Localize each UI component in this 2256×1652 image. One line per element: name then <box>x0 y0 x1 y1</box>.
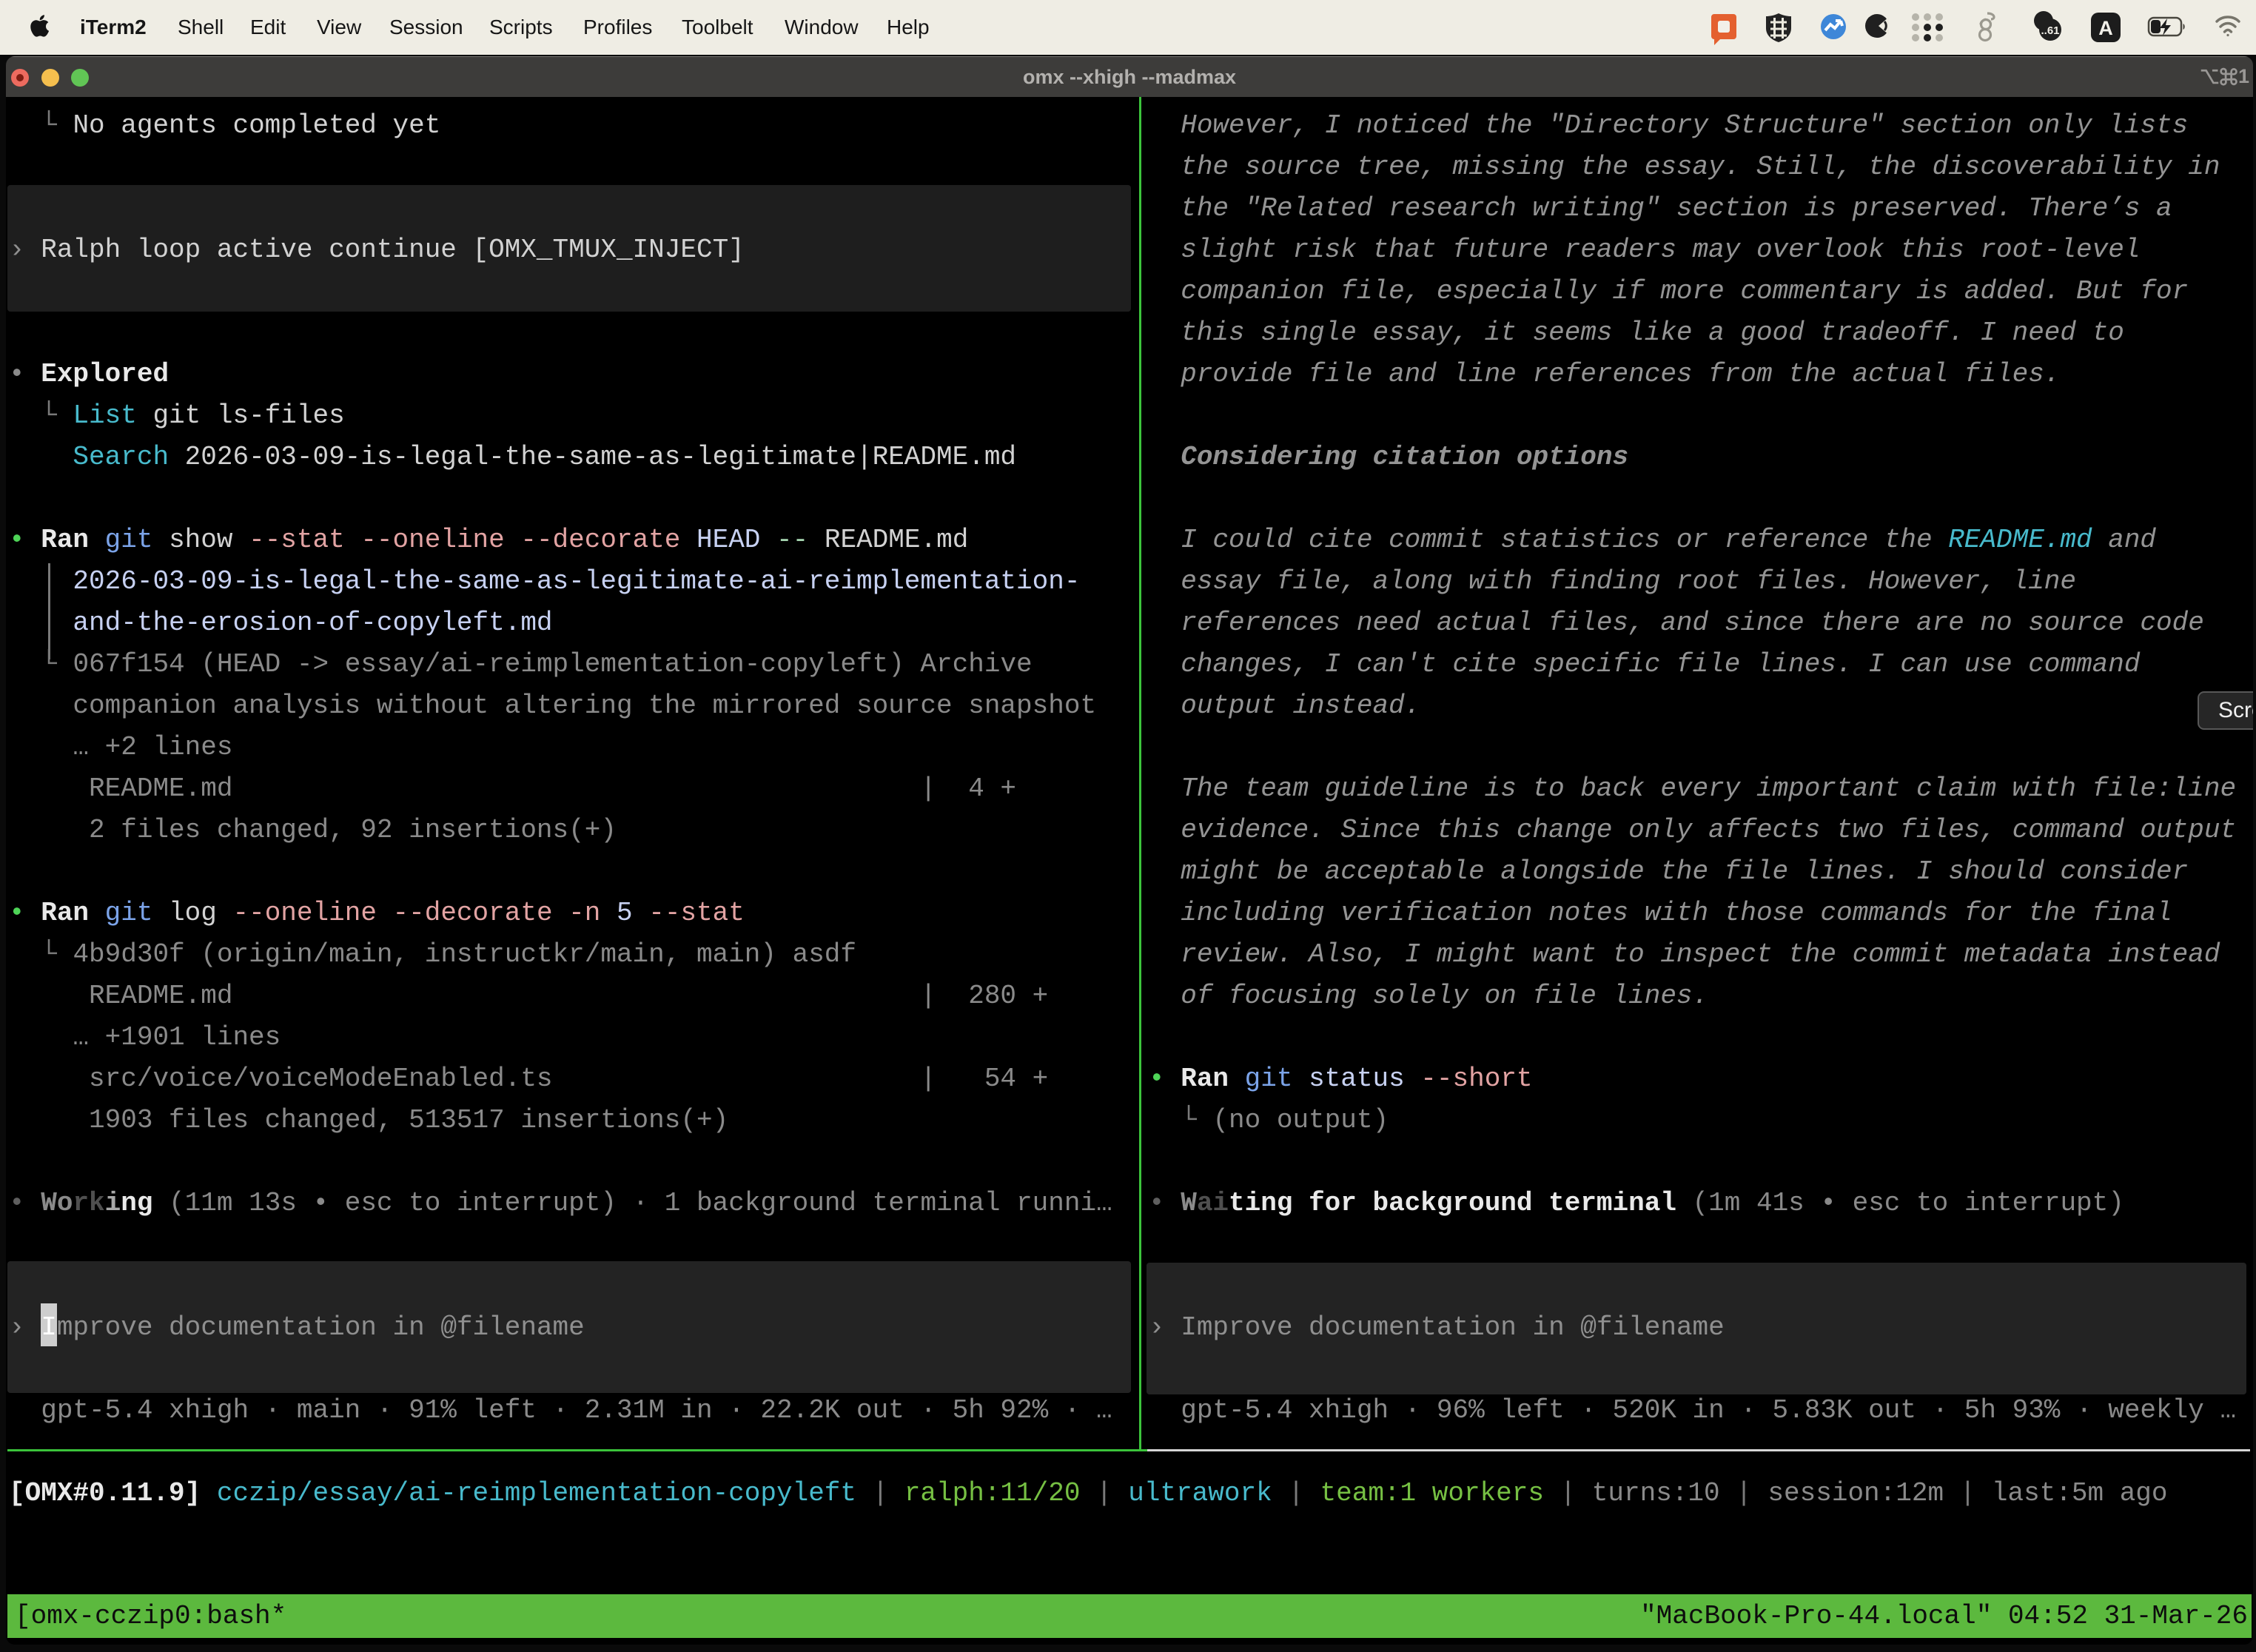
svg-text:..61: ..61 <box>2041 24 2059 37</box>
svg-text:A: A <box>2098 17 2113 39</box>
